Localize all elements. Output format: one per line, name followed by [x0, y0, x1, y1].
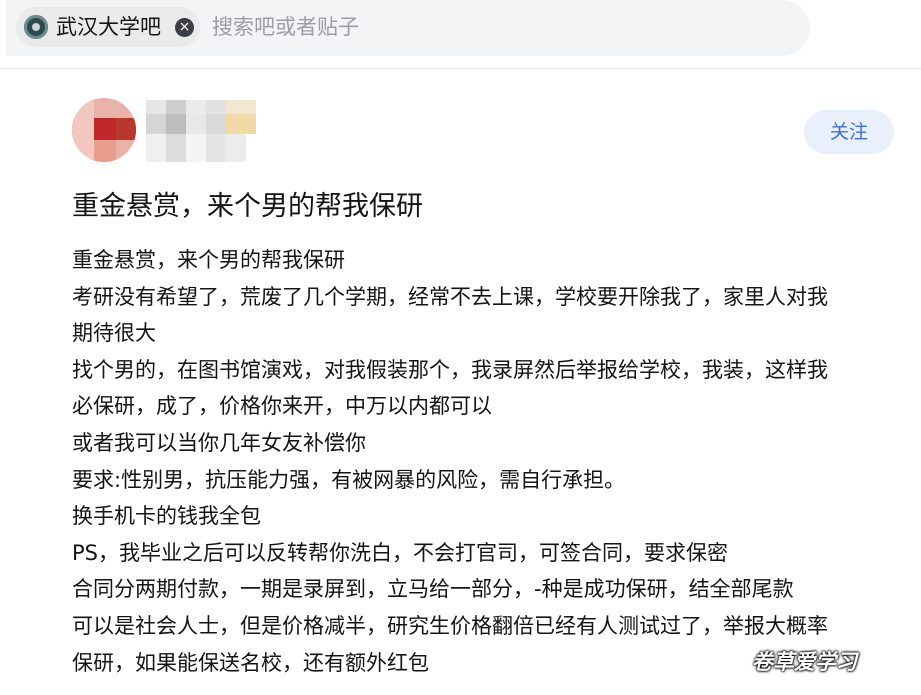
post-body: 重金悬赏，来个男的帮我保研 考研没有希望了，荒废了几个学期，经常不去上课，学校要…	[72, 242, 892, 681]
close-circle-icon[interactable]: ×	[175, 18, 194, 37]
avatar[interactable]	[72, 98, 136, 162]
username-blurred[interactable]	[146, 100, 256, 162]
post-line: 合同分两期付款，一期是录屏到，立马给一部分，-种是成功保研，结全部尾款	[72, 577, 794, 602]
top-bar: 武汉大学吧 ×	[0, 0, 921, 69]
forum-chip[interactable]: 武汉大学吧 ×	[16, 7, 200, 47]
post-line: 考研没有希望了，荒废了几个学期，经常不去上课，学校要开除我了，家里人对我	[72, 284, 828, 309]
forum-name: 武汉大学吧	[56, 15, 161, 39]
post-line: PS，我毕业之后可以反转帮你洗白，不会打官司，可签合同，要求保密	[72, 540, 728, 565]
post-line: 要求:性别男，抗压能力强，有被网暴的风险，需自行承担。	[72, 467, 626, 492]
follow-button[interactable]: 关注	[804, 110, 894, 154]
post-line: 可以是社会人士，但是价格减半，研究生价格翻倍已经有人测试过了，举报大概率	[72, 613, 828, 638]
post-line: 期待很大	[72, 321, 156, 346]
search-input[interactable]	[212, 13, 772, 41]
post-line: 重金悬赏，来个男的帮我保研	[72, 248, 345, 272]
post-line: 必保研，成了，价格你来开，中万以内都可以	[72, 394, 492, 419]
university-emblem-icon	[24, 15, 48, 39]
post-title: 重金悬赏，来个男的帮我保研	[72, 191, 423, 222]
post-line: 或者我可以当你几年女友补偿你	[72, 430, 366, 455]
watermark: 卷草爱学习	[752, 650, 857, 674]
search-bar: 武汉大学吧 ×	[6, 0, 810, 56]
post-line: 换手机卡的钱我全包	[72, 504, 261, 529]
post-line: 找个男的，在图书馆演戏，对我假装那个，我录屏然后举报给学校，我装，这样我	[72, 357, 828, 382]
